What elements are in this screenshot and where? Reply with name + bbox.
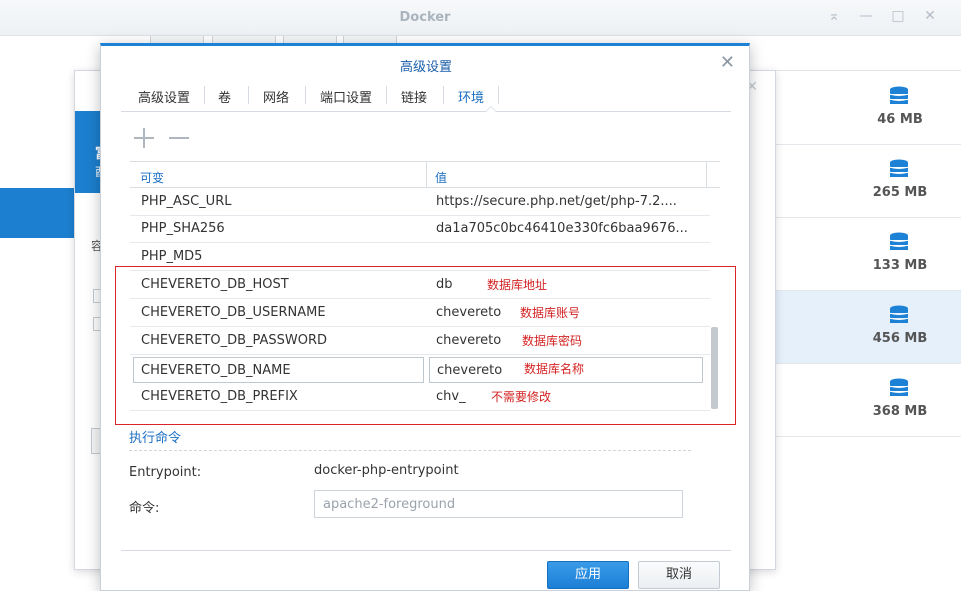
active-tab-indicator [485,106,497,112]
image-list-item[interactable]: 368 MB [775,364,961,437]
docker-window-titlebar: Docker ⌅ — □ ✕ [0,0,961,36]
image-list-item[interactable]: 265 MB [775,145,961,218]
image-list-item[interactable]: 46 MB [775,72,961,145]
background-dialog-header: 富 酉 [75,111,109,193]
variable-name: PHP_MD5 [141,249,203,264]
exec-command-title: 执行命令 [129,431,182,446]
pin-icon[interactable]: ⌅ [826,8,842,24]
tab-advanced-settings[interactable]: 高级设置 [138,87,190,106]
command-placeholder: apache2-foreground [323,497,456,512]
dialog-title: 高级设置 [399,60,452,75]
annotation-note: 不需要修改 [491,390,552,404]
maximize-icon[interactable]: □ [890,8,906,24]
plus-icon[interactable] [132,126,156,150]
command-input[interactable]: apache2-foreground [314,490,683,518]
entrypoint-value: docker-php-entrypoint [314,463,459,478]
image-list-item[interactable]: 456 MB [775,291,961,364]
column-header-variable[interactable]: 可变 [140,169,164,186]
section-divider [129,450,691,451]
database-icon [889,232,909,250]
variable-value: da1a705c0bc46410e330fc6baa9676... [436,221,688,236]
column-header-value[interactable]: 值 [435,169,447,186]
tab-links[interactable]: 链接 [401,87,427,106]
image-size: 133 MB [872,258,928,273]
tab-bar: 高级设置 卷 网络 端口设置 链接 环境 [121,79,731,112]
table-header: 可变 值 [130,161,720,188]
image-size: 368 MB [872,404,928,419]
image-size: 46 MB [877,112,923,127]
minus-icon[interactable] [167,126,191,150]
tab-separator [248,86,249,104]
footer-divider [121,550,731,551]
tab-environment[interactable]: 环境 [458,87,484,106]
table-row[interactable]: PHP_SHA256 da1a705c0bc46410e330fc6baa9676… [130,215,710,243]
annotation-note: 数据库密码 [522,334,583,348]
database-icon [889,378,909,396]
close-window-icon[interactable]: ✕ [922,8,938,24]
column-separator [706,162,707,188]
variable-name: PHP_ASC_URL [141,194,232,209]
tab-separator [498,86,499,104]
entrypoint-label: Entrypoint: [129,465,202,480]
apply-button[interactable]: 应用 [547,561,629,589]
tab-separator [204,86,205,104]
window-title: Docker [399,10,451,25]
tab-volume[interactable]: 卷 [218,87,231,106]
image-size: 265 MB [872,185,928,200]
database-icon [889,86,909,104]
annotation-note: 数据库账号 [520,306,581,320]
table-row[interactable]: PHP_ASC_URL https://secure.php.net/get/ph… [130,188,710,216]
image-size: 456 MB [872,331,928,346]
column-separator [426,162,427,188]
tab-separator [305,86,306,104]
tab-separator [386,86,387,104]
command-label: 命令: [129,501,160,516]
cancel-button[interactable]: 取消 [638,561,720,589]
annotation-note: 数据库地址 [487,278,548,292]
annotation-note: 数据库名称 [524,362,585,376]
annotation-highlight-box [115,266,736,425]
tab-port-settings[interactable]: 端口设置 [320,87,372,106]
image-list-item[interactable]: 133 MB [775,218,961,291]
divider [750,70,961,71]
close-icon[interactable]: ✕ [720,54,735,72]
variable-value: https://secure.php.net/get/php-7.2.... [436,194,677,209]
minimize-icon[interactable]: — [858,8,874,24]
tab-network[interactable]: 网络 [263,87,289,106]
tab-separator [443,86,444,104]
database-icon [889,305,909,323]
variable-name: PHP_SHA256 [141,221,225,236]
database-icon [889,159,909,177]
